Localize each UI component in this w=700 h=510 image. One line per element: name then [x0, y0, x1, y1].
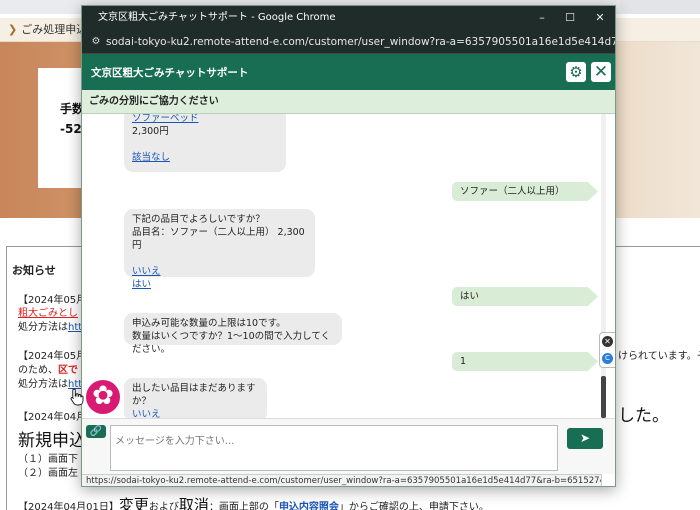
- message-input[interactable]: [110, 425, 558, 471]
- window-title-bar[interactable]: 文京区粗大ごみチャットサポート - Google Chrome – ☐ ✕: [82, 6, 615, 30]
- scrollbar-thumb[interactable]: [601, 376, 606, 418]
- bot-message: ソファーベッド 2,300円 該当なし: [124, 114, 286, 172]
- option-sofa-bed[interactable]: ソファーベッド: [132, 114, 278, 125]
- notice-line: のため、区で: [18, 365, 78, 376]
- message-text: 申込み可能な数量の上限は10です。: [132, 318, 286, 329]
- option-no[interactable]: いいえ: [132, 265, 307, 278]
- address-bar[interactable]: ⚙ sodai-tokyo-ku2.remote-attend-e.com/cu…: [82, 30, 615, 54]
- notice-line: けられています。そ: [618, 351, 700, 362]
- window-title: 文京区粗大ごみチャットサポート - Google Chrome: [98, 12, 336, 23]
- background-search-box[interactable]: [620, 0, 700, 14]
- maximize-button[interactable]: ☐: [555, 6, 585, 30]
- user-message: ソファー（二人以上用）: [452, 182, 598, 201]
- chevron-right-icon: ❯: [8, 23, 18, 36]
- breadcrumb-label[interactable]: ごみ処理申込: [21, 23, 87, 36]
- notice-line: 【2024年05月: [18, 351, 87, 362]
- site-settings-icon[interactable]: ⚙: [89, 30, 103, 54]
- notice-title: お知らせ: [12, 264, 56, 277]
- option-not-applicable[interactable]: 該当なし: [132, 151, 278, 164]
- message-list[interactable]: ソファーベッド 2,300円 該当なし ソファー（二人以上用） 下記の品目でよろ…: [82, 114, 615, 418]
- bot-message: 下記の品目でよろしいですか？ 品目名：ソファー（二人以上用） 2,300円 いい…: [124, 209, 315, 290]
- chat-popup-window: 文京区粗大ごみチャットサポート - Google Chrome – ☐ ✕ ⚙ …: [81, 5, 616, 487]
- notice-bottom-line: 【2024年04月01日】変更および取消：画面上部の「申込内容照会」からご確認の…: [18, 494, 489, 510]
- settings-button[interactable]: ⚙: [566, 62, 586, 82]
- notice-line: 【2024年04月: [18, 412, 87, 423]
- message-composer: 🔗 ➤: [82, 418, 615, 474]
- bot-avatar-icon: ✿: [86, 380, 120, 414]
- message-scrollbar[interactable]: [601, 114, 606, 418]
- attachment-icon[interactable]: 🔗: [86, 425, 106, 438]
- message-text: 品目名：ソファー（二人以上用） 2,300円: [132, 227, 305, 251]
- minimize-button[interactable]: –: [527, 6, 557, 30]
- new-application-heading: 新規申込: [18, 431, 86, 451]
- user-message: はい: [452, 287, 598, 306]
- close-widget-icon[interactable]: ✕: [602, 336, 613, 347]
- inquiry-link[interactable]: 申込内容照会: [279, 502, 339, 510]
- bot-message: 申込み可能な数量の上限は10です。 数量はいくつですか？1～10の間で入力してく…: [124, 313, 342, 355]
- window-close-button[interactable]: ✕: [585, 6, 615, 30]
- close-chat-button[interactable]: ✕: [591, 62, 611, 82]
- notice-line: した。: [618, 406, 669, 426]
- notice-line: 処分方法はhtt: [18, 322, 83, 333]
- chat-title: 文京区粗大ごみチャットサポート: [91, 67, 249, 79]
- url-text[interactable]: sodai-tokyo-ku2.remote-attend-e.com/cust…: [106, 30, 615, 54]
- notice-link[interactable]: 粗大ごみとし: [18, 304, 78, 319]
- side-widget-tabs: ✕ C: [599, 332, 615, 368]
- chat-subheader: ごみの分別にご協力ください: [82, 90, 615, 114]
- message-text: 出したい品目はまだありますか？: [132, 383, 256, 407]
- notice-line: （２）画面左: [18, 468, 78, 479]
- bot-message: 出したい品目はまだありますか？ いいえ はい: [124, 378, 267, 418]
- chat-widget-icon[interactable]: C: [602, 353, 613, 364]
- option-no[interactable]: いいえ: [132, 408, 259, 418]
- chat-header: 文京区粗大ごみチャットサポート ⚙ ✕: [82, 54, 615, 90]
- message-text: 下記の品目でよろしいですか？: [132, 214, 265, 225]
- option-yes[interactable]: はい: [132, 278, 307, 291]
- price-text: 2,300円: [132, 126, 169, 137]
- hand-cursor-icon: [70, 388, 84, 406]
- status-url-bar: https://sodai-tokyo-ku2.remote-attend-e.…: [82, 474, 602, 486]
- send-button[interactable]: ➤: [567, 428, 603, 449]
- user-message: 1: [452, 352, 598, 371]
- notice-line: （１）画面下: [18, 454, 78, 465]
- message-text: 数量はいくつですか？1～10の間で入力してください。: [132, 331, 331, 355]
